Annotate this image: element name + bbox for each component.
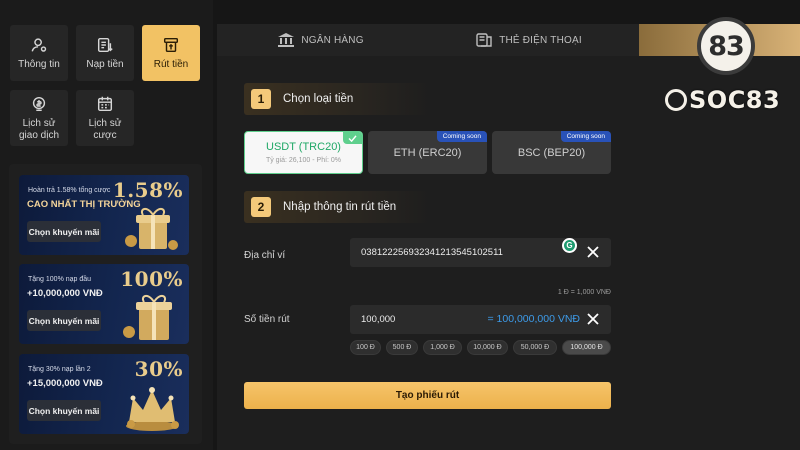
nav-lich-su-giao-dich[interactable]: Lịch sử giao dịch xyxy=(10,90,68,146)
quick-amount-500[interactable]: 500 Đ xyxy=(386,340,418,355)
coin-name: ETH (ERC20) xyxy=(393,146,462,159)
coin-name: USDT (TRC20) xyxy=(266,141,341,153)
coin-option-bsc[interactable]: Coming soon BSC (BEP20) xyxy=(492,131,611,174)
select-promo-button[interactable]: Chọn khuyến mãi xyxy=(27,310,101,331)
create-withdraw-button[interactable]: Tạo phiếu rút xyxy=(244,382,611,409)
transaction-history-icon xyxy=(32,96,46,111)
quick-amount-10000[interactable]: 10,000 Đ xyxy=(467,340,508,355)
promo-subtitle: Tặng 100% nạp đầu xyxy=(28,276,92,283)
select-promo-button[interactable]: Chọn khuyến mãi xyxy=(27,400,101,421)
bet-history-icon xyxy=(97,96,113,111)
soc83-logo: 83 SOC83 xyxy=(661,15,791,115)
deposit-icon xyxy=(97,37,113,52)
promo-headline: +10,000,000 VNĐ xyxy=(27,288,103,299)
select-promo-button[interactable]: Chọn khuyến mãi xyxy=(27,221,101,242)
nav-thong-tin[interactable]: Thông tin xyxy=(10,25,68,81)
wallet-address-value: 0381222569323412135451025​11 xyxy=(361,247,503,258)
nav-label: Nạp tiền xyxy=(86,58,124,70)
clear-icon[interactable] xyxy=(586,312,600,326)
step-2-header: 2 Nhập thông tin rút tiền xyxy=(244,191,430,223)
nav-label: Thông tin xyxy=(18,58,60,70)
promo-headline: +15,000,000 VNĐ xyxy=(27,378,103,389)
nav-label: Lịch sử cược xyxy=(88,117,122,141)
coin-name: BSC (BEP20) xyxy=(517,146,586,159)
promo-subtitle: Hoàn trả 1.58% tổng cược xyxy=(28,187,111,194)
logo-swirl-icon xyxy=(665,89,687,111)
nav-label: Lịch sử giao dịch xyxy=(18,117,60,141)
step-number: 1 xyxy=(251,89,271,109)
promo-card[interactable]: Tặng 100% nạp đầu +10,000,000 VNĐ 100% C… xyxy=(19,264,189,344)
exchange-rate-note: 1 Đ = 1,000 VNĐ xyxy=(557,289,611,296)
check-icon xyxy=(343,132,362,144)
step-number: 2 xyxy=(251,197,271,217)
quick-amount-100[interactable]: 100 Đ xyxy=(350,340,381,355)
wallet-address-input[interactable]: 0381222569323412135451025​11 G xyxy=(350,238,611,267)
clear-icon[interactable] xyxy=(586,245,600,259)
amount-label: Số tiền rút xyxy=(244,314,290,325)
tab-label: THẺ ĐIỆN THOẠI xyxy=(499,34,582,46)
tab-bank[interactable]: NGÂN HÀNG xyxy=(217,24,425,56)
step-title: Nhập thông tin rút tiền xyxy=(283,201,397,213)
coming-soon-badge: Coming soon xyxy=(560,131,611,142)
logo-wordmark-text: SOC83 xyxy=(689,86,781,114)
amount-input[interactable]: 100,000 = 100,000,000 VNĐ xyxy=(350,305,611,334)
phone-card-icon xyxy=(476,33,492,47)
tab-label: NGÂN HÀNG xyxy=(301,34,364,46)
coin-rate: Tỷ giá: 26,100 - Phí: 0% xyxy=(265,157,342,164)
wallet-address-label: Địa chỉ ví xyxy=(244,250,286,261)
promotion-list: Hoàn trả 1.58% tổng cược CAO NHẤT THỊ TR… xyxy=(9,164,202,444)
step-1-header: 1 Chọn loại tiền xyxy=(244,83,430,115)
quick-amount-50000[interactable]: 50,000 Đ xyxy=(513,340,557,355)
gift-box-icon xyxy=(125,208,178,250)
quick-amount-100000[interactable]: 100,000 Đ xyxy=(562,340,611,355)
logo-badge: 83 xyxy=(697,17,755,75)
promo-subtitle: Tặng 30% nạp lần 2 xyxy=(28,366,91,373)
gift-box-icon xyxy=(123,295,172,340)
nav-lich-su-cuoc[interactable]: Lịch sử cược xyxy=(76,90,134,146)
account-sidebar: Thông tin Nạp tiền Rút tiền Lịch sử giao… xyxy=(0,0,213,450)
coin-option-eth[interactable]: Coming soon ETH (ERC20) xyxy=(368,131,487,174)
amount-value: 100,000 xyxy=(361,314,396,325)
nav-nap-tien[interactable]: Nạp tiền xyxy=(76,25,134,81)
nav-label: Rút tiền xyxy=(153,58,189,70)
logo-wordmark: SOC83 xyxy=(665,85,789,115)
coin-option-usdt[interactable]: USDT (TRC20) Tỷ giá: 26,100 - Phí: 0% xyxy=(244,131,363,174)
promo-card[interactable]: Hoàn trả 1.58% tổng cược CAO NHẤT THỊ TR… xyxy=(19,175,189,255)
bank-icon xyxy=(278,33,295,47)
coming-soon-badge: Coming soon xyxy=(436,131,487,142)
step-title: Chọn loại tiền xyxy=(283,93,354,105)
converted-amount: = 100,000,000 VNĐ xyxy=(487,313,580,325)
promo-card[interactable]: Tặng 30% nạp lần 2 +15,000,000 VNĐ 30% C… xyxy=(19,354,189,434)
grammarly-icon: G xyxy=(562,238,577,253)
withdraw-icon xyxy=(163,37,179,52)
user-settings-icon xyxy=(31,37,47,52)
quick-amount-1000[interactable]: 1,000 Đ xyxy=(423,340,462,355)
nav-rut-tien[interactable]: Rút tiền xyxy=(142,25,200,81)
crown-icon xyxy=(126,387,179,431)
tab-phone-card[interactable]: THẺ ĐIỆN THOẠI xyxy=(425,24,633,56)
